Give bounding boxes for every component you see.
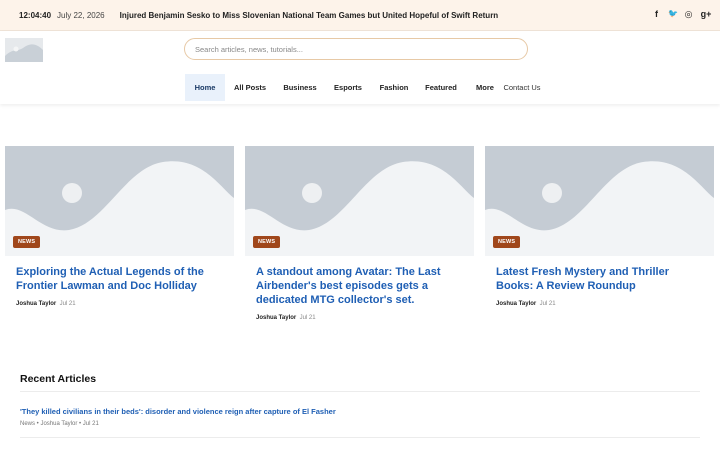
article-title[interactable]: Exploring the Actual Legends of the Fron…: [16, 265, 222, 293]
article-thumbnail[interactable]: NEWS: [485, 146, 714, 256]
article-title[interactable]: Latest Fresh Mystery and Thriller Books:…: [496, 265, 702, 293]
article-meta: Joshua Taylor Jul 21: [256, 315, 474, 321]
article-date: Jul 21: [59, 301, 76, 307]
nav-item-contact-us[interactable]: Contact Us: [501, 74, 543, 101]
main-nav: Home All Posts Business Esports Fashion …: [0, 70, 720, 101]
article-author[interactable]: Joshua Taylor: [496, 301, 536, 307]
article-card[interactable]: NEWS A standout among Avatar: The Last A…: [245, 146, 474, 321]
recent-articles-heading: Recent Articles: [20, 373, 97, 385]
article-meta: Joshua Taylor Jul 21: [496, 301, 714, 307]
nav-item-featured[interactable]: Featured: [421, 74, 461, 101]
social-links: f 🐦 ◎ g+: [652, 9, 712, 19]
article-date: Jul 21: [539, 301, 556, 307]
nav-item-all-posts[interactable]: All Posts: [230, 74, 270, 101]
article-thumbnail[interactable]: NEWS: [5, 146, 234, 256]
site-logo[interactable]: [5, 38, 43, 62]
category-badge[interactable]: NEWS: [493, 236, 521, 248]
category-badge[interactable]: NEWS: [13, 236, 41, 248]
article-author[interactable]: Joshua Taylor: [16, 301, 56, 307]
article-title[interactable]: A standout among Avatar: The Last Airben…: [256, 265, 462, 307]
recent-article-meta: News • Joshua Taylor • Jul 21: [20, 421, 99, 427]
article-author[interactable]: Joshua Taylor: [256, 315, 296, 321]
article-thumbnail[interactable]: NEWS: [245, 146, 474, 256]
article-date: Jul 21: [299, 315, 316, 321]
search-input[interactable]: Search articles, news, tutorials...: [184, 38, 528, 60]
nav-item-business[interactable]: Business: [280, 74, 320, 101]
twitter-icon[interactable]: 🐦: [668, 9, 678, 19]
nav-item-esports[interactable]: Esports: [328, 74, 368, 101]
facebook-icon[interactable]: f: [652, 9, 661, 19]
nav-item-more[interactable]: More: [470, 74, 500, 101]
top-bar: 12:04:40 July 22, 2026 Injured Benjamin …: [0, 0, 720, 31]
logo-placeholder-icon: [5, 38, 43, 62]
section-divider: [20, 437, 700, 438]
section-divider: [20, 391, 700, 392]
article-card[interactable]: NEWS Exploring the Actual Legends of the…: [5, 146, 234, 307]
instagram-icon[interactable]: ◎: [684, 9, 693, 19]
news-ticker[interactable]: Injured Benjamin Sesko to Miss Slovenian…: [120, 11, 499, 20]
nav-item-home[interactable]: Home: [185, 74, 225, 101]
category-badge[interactable]: NEWS: [253, 236, 281, 248]
current-date: July 22, 2026: [57, 10, 105, 20]
recent-article-title[interactable]: 'They killed civilians in their beds': d…: [20, 407, 336, 416]
site-header: Search articles, news, tutorials... Home…: [0, 31, 720, 104]
google-plus-icon[interactable]: g+: [700, 9, 712, 19]
article-card[interactable]: NEWS Latest Fresh Mystery and Thriller B…: [485, 146, 714, 307]
clock: 12:04:40: [19, 10, 52, 20]
nav-item-fashion[interactable]: Fashion: [374, 74, 414, 101]
article-meta: Joshua Taylor Jul 21: [16, 301, 234, 307]
